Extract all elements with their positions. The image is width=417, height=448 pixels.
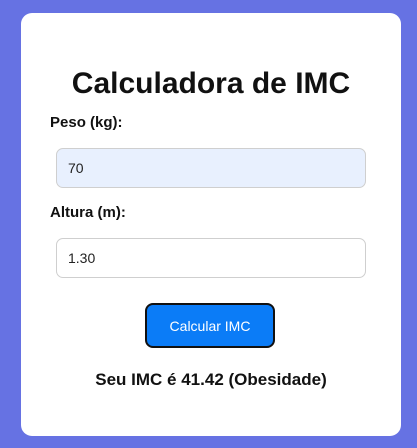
imc-result-text: Seu IMC é 41.42 (Obesidade): [95, 370, 327, 389]
page-title: Calculadora de IMC: [71, 67, 351, 100]
calcular-imc-button[interactable]: Calcular IMC: [145, 303, 275, 348]
calculator-card: Calculadora de IMC Peso (kg): Altura (m)…: [21, 13, 401, 436]
altura-input[interactable]: [56, 238, 366, 278]
peso-input[interactable]: [56, 148, 366, 188]
peso-label: Peso (kg):: [50, 114, 123, 131]
altura-label: Altura (m):: [50, 204, 126, 221]
